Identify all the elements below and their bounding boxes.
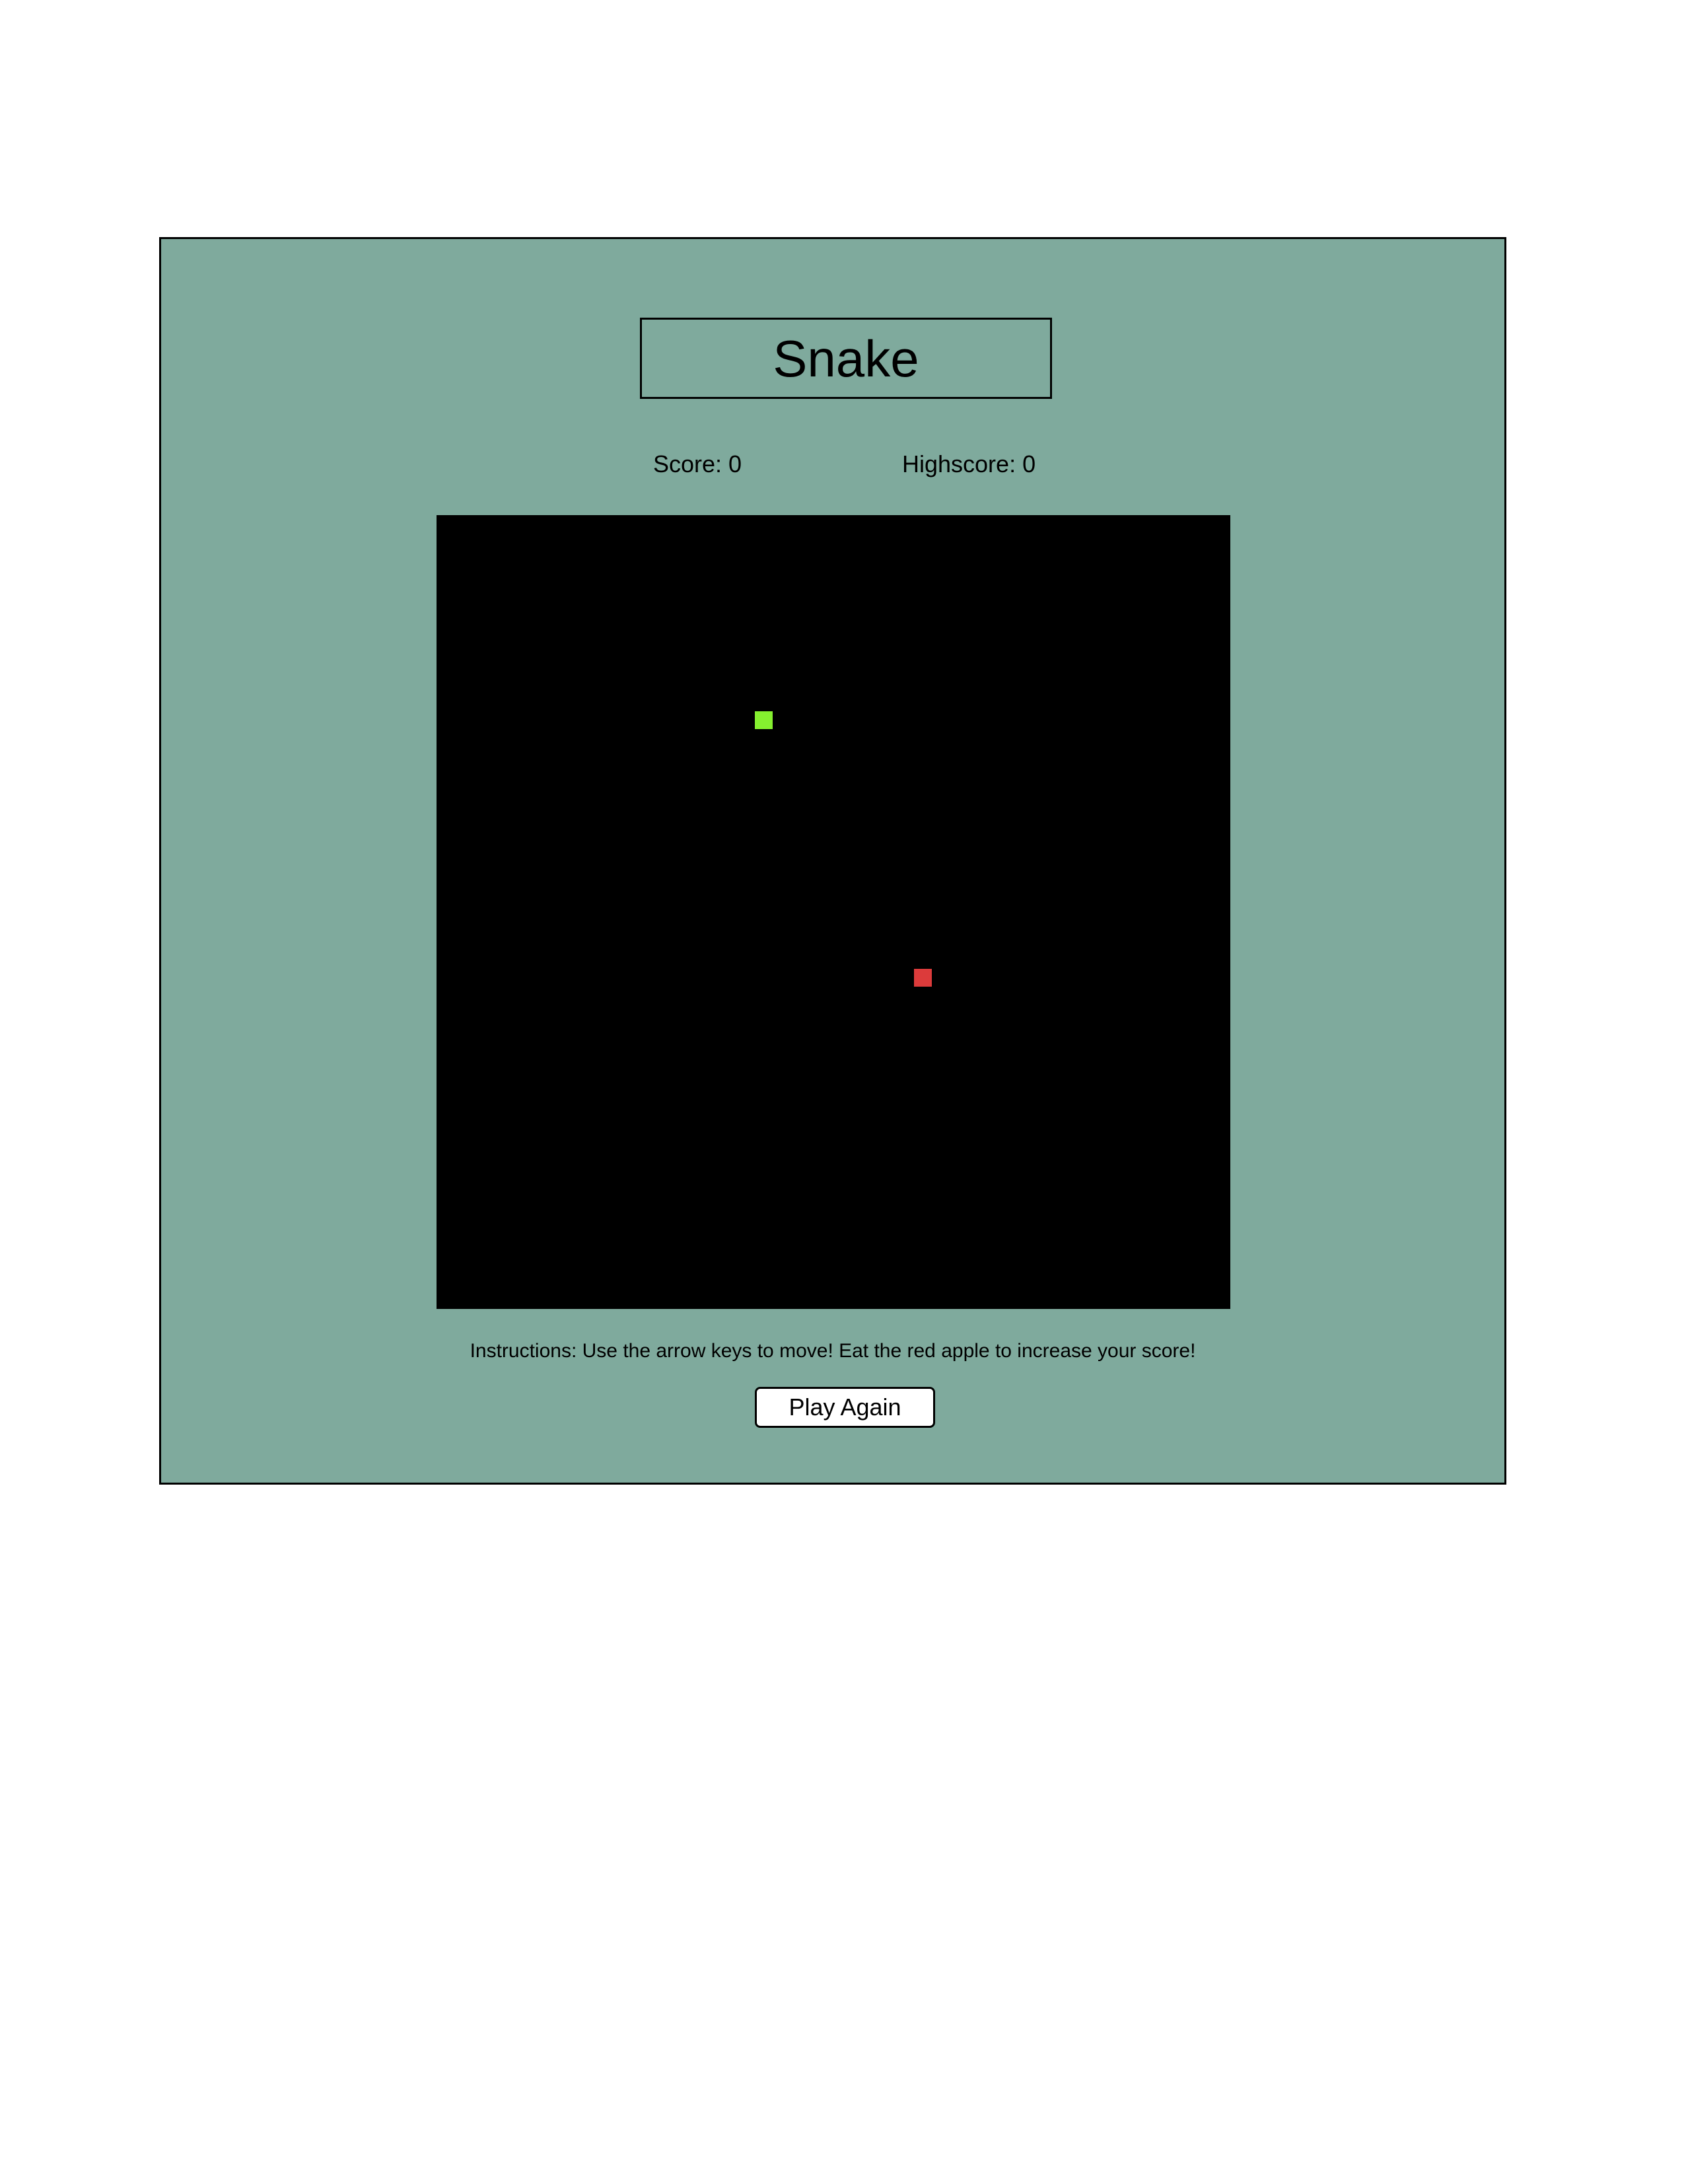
game-title: Snake bbox=[640, 318, 1052, 399]
instructions-text: Instructions: Use the arrow keys to move… bbox=[470, 1340, 1196, 1362]
highscore-display: Highscore: 0 bbox=[902, 450, 1036, 477]
snake-segment bbox=[755, 711, 773, 729]
game-board[interactable] bbox=[437, 515, 1230, 1309]
play-again-button[interactable]: Play Again bbox=[755, 1387, 935, 1428]
score-row: Score: 0 Highscore: 0 bbox=[161, 450, 1504, 490]
score-display: Score: 0 bbox=[653, 450, 742, 477]
apple bbox=[914, 969, 932, 987]
game-panel: Snake Score: 0 Highscore: 0 Instructions… bbox=[159, 237, 1506, 1485]
